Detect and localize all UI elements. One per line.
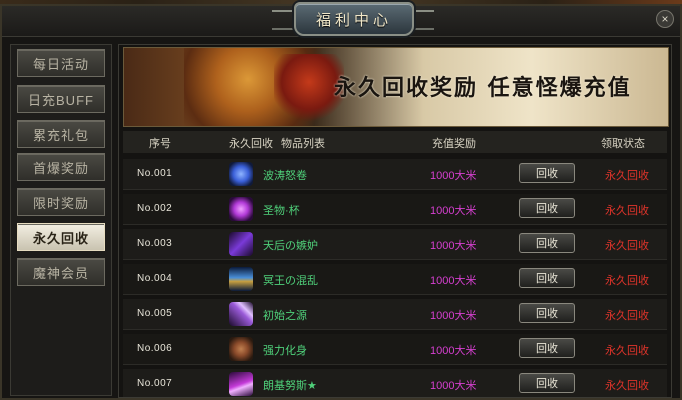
banner-title: 永久回收奖励 任意怪爆充值 — [334, 75, 632, 101]
sidebar-item-label: 日充BUFF — [28, 92, 94, 108]
table-row: No.002 圣物·杯 1000大米 回收 永久回收 — [123, 194, 667, 225]
sidebar-item-label: 永久回收 — [32, 230, 89, 246]
sidebar-item-first-drop[interactable]: 首爆奖励 — [17, 153, 105, 181]
claim-status: 永久回收 — [605, 170, 649, 182]
row-number: No.001 — [137, 168, 173, 179]
welfare-center-window: 福利中心 × 每日活动 日充BUFF 累充礼包 首爆奖励 限时奖励 永久回收 魔… — [0, 2, 682, 400]
table-row: No.006 强力化身 1000大米 回收 永久回收 — [123, 334, 667, 365]
sidebar-item-cumulative-gift[interactable]: 累充礼包 — [17, 120, 105, 148]
item-name: 波涛怒卷 — [263, 170, 307, 182]
claim-status: 永久回收 — [605, 345, 649, 357]
sidebar-item-daily-buff[interactable]: 日充BUFF — [17, 85, 105, 113]
title-plaque: 福利中心 — [294, 2, 414, 36]
reward-value: 1000大米 — [430, 170, 477, 182]
recycle-button[interactable]: 回收 — [519, 373, 575, 393]
claim-status: 永久回收 — [605, 240, 649, 252]
sidebar: 每日活动 日充BUFF 累充礼包 首爆奖励 限时奖励 永久回收 魔神会员 — [10, 44, 112, 396]
title-ornament-left — [272, 10, 294, 30]
row-number: No.002 — [137, 203, 173, 214]
reward-value: 1000大米 — [430, 380, 477, 392]
recycle-button[interactable]: 回收 — [519, 233, 575, 253]
title-ornament-right — [412, 10, 434, 30]
banner: 永久回收奖励 任意怪爆充值 — [123, 47, 669, 127]
table-row: No.005 初始之源 1000大米 回收 永久回收 — [123, 299, 667, 330]
reward-value: 1000大米 — [430, 310, 477, 322]
recycle-button[interactable]: 回收 — [519, 198, 575, 218]
claim-status: 永久回收 — [605, 310, 649, 322]
item-name: 冥王の混乱 — [263, 275, 318, 287]
feather-icon — [229, 302, 253, 326]
blue-crystal-icon — [229, 162, 253, 186]
sidebar-item-label: 魔神会员 — [32, 265, 89, 281]
reward-value: 1000大米 — [430, 275, 477, 287]
title-bar: 福利中心 × — [2, 2, 680, 37]
violet-blades-icon — [229, 232, 253, 256]
dark-armor-icon — [229, 337, 253, 361]
table-row: No.007 朗基努斯★ 1000大米 回收 永久回收 — [123, 369, 667, 397]
close-icon: × — [661, 12, 669, 26]
sidebar-item-daily-activity[interactable]: 每日活动 — [17, 49, 105, 77]
item-name: 初始之源 — [263, 310, 307, 322]
sidebar-item-demon-member[interactable]: 魔神会员 — [17, 258, 105, 286]
row-number: No.007 — [137, 378, 173, 389]
row-number: No.005 — [137, 308, 173, 319]
sidebar-item-label: 累充礼包 — [32, 127, 89, 143]
sidebar-item-label: 每日活动 — [32, 56, 89, 72]
sidebar-item-label: 首爆奖励 — [32, 160, 89, 176]
spear-icon — [229, 372, 253, 396]
row-number: No.004 — [137, 273, 173, 284]
table-header: 序号 永久回收 物品列表 充值奖励 领取状态 — [123, 131, 667, 153]
header-status: 领取状态 — [601, 138, 645, 150]
claim-status: 永久回收 — [605, 205, 649, 217]
reward-value: 1000大米 — [430, 240, 477, 252]
recycle-button[interactable]: 回收 — [519, 163, 575, 183]
window-title: 福利中心 — [315, 11, 392, 29]
sidebar-item-limited-reward[interactable]: 限时奖励 — [17, 188, 105, 216]
reward-value: 1000大米 — [430, 205, 477, 217]
table-row: No.003 天后の嫉妒 1000大米 回收 永久回收 — [123, 229, 667, 260]
crown-icon — [229, 267, 253, 291]
main-panel: 永久回收奖励 任意怪爆充值 序号 永久回收 物品列表 充值奖励 领取状态 No.… — [118, 44, 672, 398]
row-number: No.006 — [137, 343, 173, 354]
claim-status: 永久回收 — [605, 275, 649, 287]
close-button[interactable]: × — [656, 10, 674, 28]
header-no: 序号 — [149, 138, 171, 150]
recycle-button[interactable]: 回收 — [519, 303, 575, 323]
table-row: No.004 冥王の混乱 1000大米 回收 永久回收 — [123, 264, 667, 295]
table-row: No.001 波涛怒卷 1000大米 回收 永久回收 — [123, 159, 667, 190]
purple-orb-icon — [229, 197, 253, 221]
reward-value: 1000大米 — [430, 345, 477, 357]
item-name: 强力化身 — [263, 345, 307, 357]
recycle-button[interactable]: 回收 — [519, 268, 575, 288]
sidebar-item-permanent-recycle[interactable]: 永久回收 — [17, 223, 105, 251]
recycle-button[interactable]: 回收 — [519, 338, 575, 358]
item-name: 天后の嫉妒 — [263, 240, 318, 252]
row-number: No.003 — [137, 238, 173, 249]
item-name: 朗基努斯★ — [263, 380, 317, 392]
header-items: 物品列表 — [281, 138, 325, 150]
sidebar-item-label: 限时奖励 — [32, 195, 89, 211]
header-reward: 充值奖励 — [432, 138, 476, 150]
item-name: 圣物·杯 — [263, 205, 300, 217]
claim-status: 永久回收 — [605, 380, 649, 392]
header-recycle: 永久回收 — [229, 138, 273, 150]
